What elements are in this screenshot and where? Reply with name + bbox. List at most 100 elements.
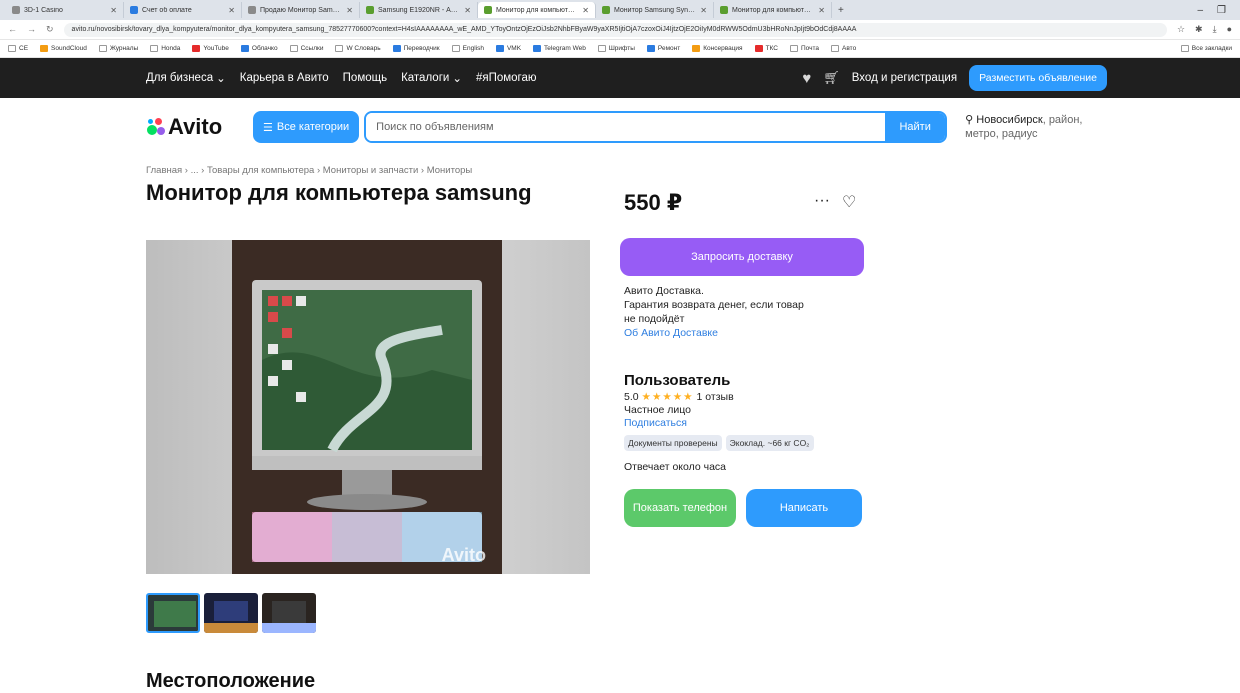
browser-tab[interactable]: Продаю Монитор Samsung ✕ (242, 2, 360, 18)
browser-tab-active[interactable]: Монитор для компьютера s ✕ (478, 2, 596, 18)
chevron-down-icon: ⌄ (216, 73, 226, 85)
folder-icon (1180, 45, 1189, 52)
seller-name[interactable]: Пользователь (624, 372, 864, 389)
request-delivery-button[interactable]: Запросить доставку (620, 238, 864, 276)
documents-verified-badge[interactable]: Документы проверены (624, 435, 722, 451)
bookmark-item[interactable]: Ссылки (289, 45, 323, 52)
write-message-button[interactable]: Написать (746, 489, 862, 527)
show-phone-button[interactable]: Показать телефон (624, 489, 736, 527)
bookmark-item[interactable]: Журналы (98, 45, 138, 52)
minimize-icon[interactable]: – (1197, 5, 1203, 16)
bookmark-item[interactable]: Авто (831, 45, 856, 52)
bookmark-item[interactable]: СЕ (8, 45, 28, 52)
thumbnail-3[interactable] (262, 593, 316, 633)
logo-text: Avito (168, 114, 223, 139)
forward-icon[interactable]: → (27, 24, 36, 35)
url-field[interactable]: avito.ru/novosibirsk/tovary_dlya_kompyut… (63, 22, 1167, 37)
nav-label: #яПомогаю (475, 72, 537, 84)
avito-logo[interactable]: Avito (146, 114, 242, 140)
thumbnail-2[interactable] (204, 593, 258, 633)
bookmark-item[interactable]: SoundCloud (40, 45, 87, 52)
tab-favicon-icon (12, 6, 20, 14)
subscribe-link[interactable]: Подписаться (624, 417, 864, 429)
nav-catalogs[interactable]: Каталоги ⌄ (401, 71, 462, 85)
close-icon[interactable]: ✕ (818, 6, 825, 15)
search-input[interactable] (366, 113, 886, 141)
folder-icon (150, 45, 159, 52)
all-categories-button[interactable]: ☰ Все категории (253, 111, 360, 143)
bookmark-item[interactable]: YouTube (192, 45, 229, 52)
nav-career[interactable]: Карьера в Авито (240, 72, 329, 84)
all-bookmarks[interactable]: Все закладки (1180, 45, 1232, 52)
breadcrumb[interactable]: Главная › ... › Товары для компьютера › … (146, 165, 1240, 176)
extensions-icon[interactable]: ✱ (1195, 24, 1203, 35)
bookmark-item[interactable]: ТКС (754, 45, 778, 52)
browser-tab[interactable]: Монитор для компьютера ✕ (714, 2, 832, 18)
favorite-heart-icon[interactable]: ♡ (842, 192, 856, 212)
nav-ya-pomogayu[interactable]: #яПомогаю (476, 72, 537, 84)
profile-icon[interactable]: ● (1227, 24, 1232, 35)
translate-icon (392, 45, 401, 52)
about-delivery-link[interactable]: Об Авито Доставке (624, 326, 844, 340)
listing-photo[interactable] (232, 240, 502, 574)
back-icon[interactable]: ← (8, 24, 17, 35)
bookmark-item[interactable]: Консервация (692, 45, 743, 52)
bookmark-item[interactable]: Почта (789, 45, 819, 52)
rating-value: 5.0 (624, 391, 639, 403)
tab-title: Монитор Samsung SyncMaster (614, 6, 697, 14)
contact-buttons: Показать телефон Написать (624, 489, 864, 527)
reload-icon[interactable]: ↻ (46, 24, 54, 35)
star-icon[interactable]: ☆ (1177, 24, 1185, 35)
reviews-link[interactable]: 1 отзыв (697, 391, 734, 403)
browser-tab[interactable]: Samsung E1920NR - Авито ✕ (360, 2, 478, 18)
browser-tab[interactable]: Монитор Samsung SyncMaster✕ (596, 2, 714, 18)
bookmark-item[interactable]: Переводчик (392, 45, 440, 52)
bookmark-label: Все закладки (1191, 45, 1232, 52)
nav-business[interactable]: Для бизнеса ⌄ (146, 71, 226, 85)
more-icon[interactable]: ··· (814, 192, 830, 212)
photo-gallery[interactable]: Avito (146, 240, 590, 574)
delivery-info: Авито Доставка. Гарантия возврата денег,… (624, 284, 844, 340)
bookmark-label: Авто (842, 45, 857, 52)
thumbnail-image (262, 593, 316, 633)
listing-content: Главная › ... › Товары для компьютера › … (0, 165, 1240, 206)
bookmark-item[interactable]: VMK (495, 45, 521, 52)
close-icon[interactable]: ✕ (700, 6, 707, 15)
folder-icon (451, 45, 460, 52)
repair-icon (646, 45, 655, 52)
location-selector[interactable]: ⚲ Новосибирск, район, метро, радиус (965, 113, 1105, 141)
bookmark-item[interactable]: Ремонт (646, 45, 680, 52)
bookmark-item[interactable]: Облачко (240, 45, 278, 52)
folder-icon (8, 45, 16, 52)
nav-help[interactable]: Помощь (343, 72, 387, 84)
bookmark-item[interactable]: English (451, 45, 484, 52)
browser-tab[interactable]: 3D-1 Casino ✕ (6, 2, 124, 18)
thumbnail-1[interactable] (146, 593, 200, 633)
seller-rating: 5.0 ★★★★★ 1 отзыв (624, 391, 864, 403)
bookmark-item[interactable]: Шрифты (597, 45, 635, 52)
eco-badge[interactable]: Экоклад. ~66 кг CO₂ (725, 435, 814, 451)
favorites-heart-icon[interactable]: ♥ (802, 70, 811, 87)
tab-favicon-icon (248, 6, 256, 14)
folder-icon (98, 45, 107, 52)
url-text: avito.ru/novosibirsk/tovary_dlya_kompyut… (71, 26, 857, 33)
browser-tab[interactable]: Счет об оплате ✕ (124, 2, 242, 18)
post-ad-button[interactable]: Разместить объявление (969, 65, 1107, 91)
search-button[interactable]: Найти (885, 113, 946, 141)
close-icon[interactable]: ✕ (110, 6, 117, 15)
close-icon[interactable]: ✕ (464, 6, 471, 15)
download-icon[interactable]: ⤓ (1213, 24, 1217, 35)
cart-icon[interactable]: 🛒︎ (823, 70, 840, 86)
bookmark-item[interactable]: Telegram Web (533, 45, 586, 52)
new-tab-icon[interactable]: + (832, 5, 850, 16)
close-icon[interactable]: ✕ (228, 6, 235, 15)
restore-icon[interactable]: ❐ (1217, 5, 1226, 16)
bookmark-label: Облачко (251, 45, 278, 52)
bookmark-item[interactable]: Honda (150, 45, 180, 52)
login-link[interactable]: Вход и регистрация (852, 72, 957, 84)
close-icon[interactable]: ✕ (582, 6, 589, 15)
bookmark-item[interactable]: W Словарь (335, 45, 381, 52)
bookmark-label: W Словарь (346, 45, 381, 52)
close-icon[interactable]: ✕ (346, 6, 353, 15)
bookmark-label: ТКС (765, 45, 778, 52)
